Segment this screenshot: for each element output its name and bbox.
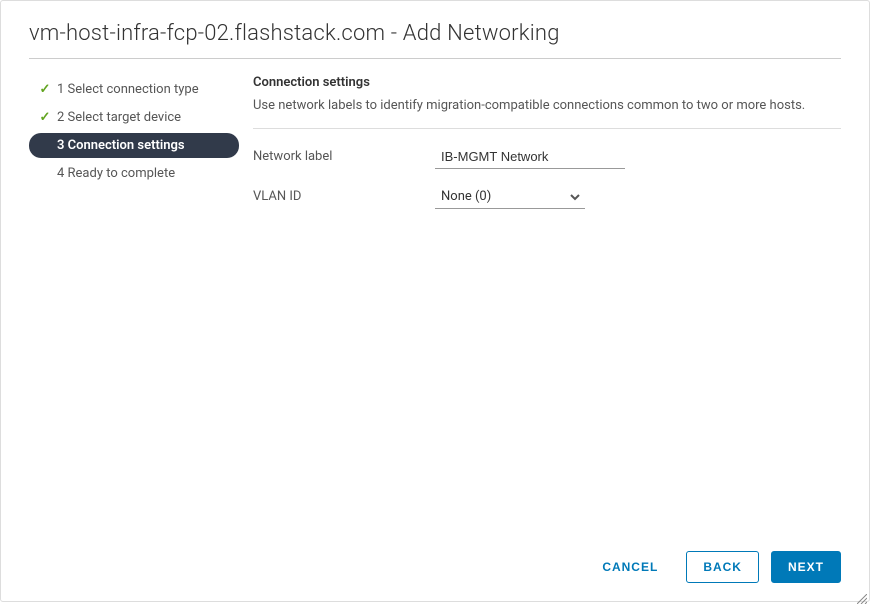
check-icon: ✓ [37, 82, 53, 97]
next-button[interactable]: NEXT [771, 551, 841, 583]
resize-handle-icon[interactable] [857, 589, 867, 599]
check-icon: ✓ [37, 110, 53, 125]
wizard-step-3[interactable]: 3 Connection settings [29, 133, 239, 158]
wizard-step-1[interactable]: ✓ 1 Select connection type [29, 77, 239, 102]
chevron-down-icon [569, 191, 581, 207]
network-label-field-label: Network label [253, 149, 435, 164]
content-panel: Connection settings Use network labels t… [239, 75, 841, 225]
wizard-step-label: 4 Ready to complete [57, 166, 175, 181]
wizard-steps: ✓ 1 Select connection type ✓ 2 Select ta… [29, 75, 239, 225]
vlan-id-select[interactable]: None (0) [435, 185, 585, 209]
content-description: Use network labels to identify migration… [253, 96, 841, 116]
wizard-step-2[interactable]: ✓ 2 Select target device [29, 105, 239, 130]
cancel-button[interactable]: CANCEL [586, 552, 674, 582]
wizard-step-label: 2 Select target device [57, 110, 181, 125]
form-row-vlan-id: VLAN ID None (0) [253, 185, 841, 209]
wizard-step-label: 3 Connection settings [57, 138, 185, 153]
dialog-body: ✓ 1 Select connection type ✓ 2 Select ta… [1, 59, 869, 225]
content-heading: Connection settings [253, 75, 841, 90]
form-row-network-label: Network label [253, 145, 841, 169]
vlan-id-field-label: VLAN ID [253, 189, 435, 204]
dialog-footer: CANCEL BACK NEXT [586, 551, 841, 583]
wizard-step-4[interactable]: 4 Ready to complete [29, 161, 239, 186]
dialog-title: vm-host-infra-fcp-02.flashstack.com - Ad… [29, 21, 841, 46]
content-divider [253, 128, 841, 129]
wizard-step-label: 1 Select connection type [57, 82, 199, 97]
back-button[interactable]: BACK [686, 551, 759, 583]
dialog-header: vm-host-infra-fcp-02.flashstack.com - Ad… [1, 1, 869, 58]
network-label-input[interactable] [435, 145, 625, 169]
vlan-id-selected-value: None (0) [441, 189, 491, 204]
